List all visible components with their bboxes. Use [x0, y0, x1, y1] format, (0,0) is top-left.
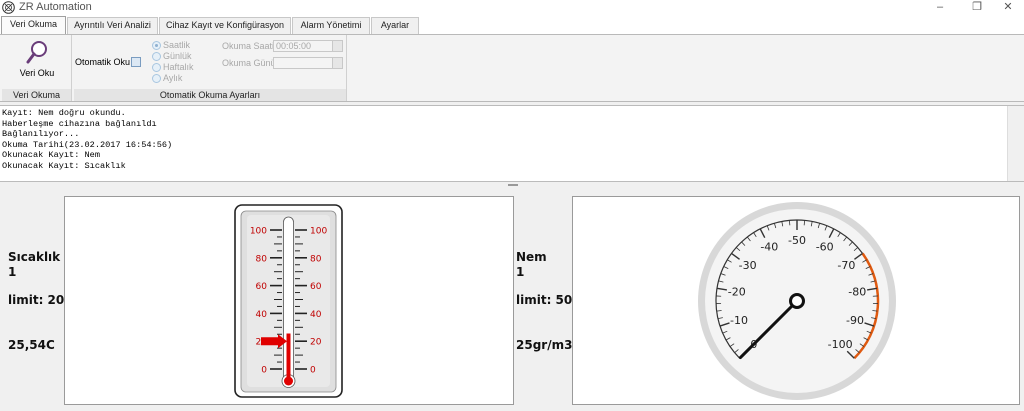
dial-label: -100 [828, 338, 853, 351]
log-line: Okuma Tarihi(23.02.2017 16:54:56) [2, 139, 173, 150]
tab-ayarlar[interactable]: Ayarlar [371, 17, 419, 34]
dial-label: -10 [730, 314, 748, 327]
temperature-id: 1 [8, 265, 17, 279]
temperature-name: Sıcaklık [8, 250, 61, 264]
thermometer-label-right: 20 [310, 338, 322, 348]
radio-aylik-label: Aylık [163, 73, 183, 83]
read-time-value: 00:05:00 [276, 41, 312, 51]
thermometer-label-left: 40 [256, 310, 268, 320]
log-line: Okunacak Kayıt: Nem [2, 150, 100, 161]
mercury-column [286, 333, 291, 381]
magnifier-icon [26, 41, 47, 64]
log-scrollbar[interactable] [1007, 106, 1024, 181]
read-day-label: Okuma Günü [222, 58, 276, 68]
splitter[interactable] [0, 182, 1024, 190]
humidity-limit: limit: 50 [516, 293, 573, 307]
humidity-dial-gauge: 0-10-20-30-40-50-60-70-80-90-100 [698, 202, 896, 400]
auto-read-group: Otomatik Oku Saatlik Günlük Haftalık Ayl… [74, 35, 347, 101]
thermometer-label-left: 100 [250, 227, 267, 237]
temperature-value: 25,54C [8, 338, 55, 352]
radio-saatlik[interactable] [152, 41, 161, 50]
restore-button[interactable]: ❐ [962, 0, 992, 15]
read-time-input[interactable]: 00:05:00 [273, 40, 343, 52]
auto-read-label: Otomatik Oku [75, 57, 131, 67]
log-line: Okunacak Kayıt: Sıcaklık [2, 160, 126, 171]
read-time-spinner[interactable] [332, 41, 342, 51]
app-logo-icon [2, 1, 15, 14]
radio-saatlik-label: Saatlik [163, 40, 191, 50]
mercury-bulb [284, 376, 293, 386]
read-time-label: Okuma Saati [222, 41, 275, 51]
radio-gunluk[interactable] [152, 52, 161, 61]
dial-hub [789, 293, 805, 309]
read-group: Veri Oku Veri Okuma [2, 35, 72, 101]
tab-cihaz-kayit[interactable]: Cihaz Kayıt ve Konfigürasyon [159, 17, 291, 34]
dial-label: -70 [837, 259, 855, 272]
thermometer-label-left: 60 [256, 282, 268, 292]
minimize-button[interactable]: – [925, 0, 955, 15]
ribbon: Veri Oku Veri Okuma Otomatik Oku Saatlik… [0, 34, 1024, 102]
read-group-label: Veri Okuma [2, 89, 71, 101]
dial-gauge-panel: 0-10-20-30-40-50-60-70-80-90-100 [572, 196, 1020, 405]
thermometer-label-right: 0 [310, 366, 316, 376]
humidity-id: 1 [516, 265, 525, 279]
thermometer-label-right: 80 [310, 254, 322, 264]
radio-haftalik[interactable] [152, 63, 161, 72]
thermometer-gauge: 100100808060604040202000 [234, 204, 343, 398]
humidity-value: 25gr/m3 [516, 338, 573, 352]
read-button[interactable]: Veri Oku [11, 38, 63, 86]
dial-label: -20 [728, 285, 746, 298]
radio-gunluk-label: Günlük [163, 51, 192, 61]
thermometer-label-right: 100 [310, 227, 327, 237]
read-button-label: Veri Oku [19, 68, 55, 78]
log-line: Kayıt: Nem doğru okundu. [2, 108, 126, 118]
log-line: Haberleşme cihazına bağlanıldı [2, 118, 157, 129]
thermometer-label-left: 0 [261, 366, 267, 376]
humidity-name: Nem [516, 250, 547, 264]
log-textbox[interactable]: Kayıt: Nem doğru okundu. Haberleşme ciha… [0, 105, 1024, 182]
radio-haftalik-label: Haftalık [163, 62, 194, 72]
dial-label: -80 [848, 285, 866, 298]
thermometer-panel: 100100808060604040202000 [64, 196, 514, 405]
chevron-down-icon[interactable] [332, 58, 342, 68]
close-button[interactable]: ✕ [993, 0, 1023, 15]
dial-label: -50 [788, 234, 806, 247]
temperature-limit: limit: 20 [8, 293, 65, 307]
log-lines: Kayıt: Nem doğru okundu. Haberleşme ciha… [2, 108, 172, 172]
tab-veri-okuma[interactable]: Veri Okuma [1, 16, 66, 35]
tab-bar: Veri Okuma Ayrıntılı Veri Analizi Cihaz … [0, 15, 1024, 35]
read-day-select[interactable] [273, 57, 343, 69]
window-title: ZR Automation [19, 1, 92, 13]
tab-alarm-yonetimi[interactable]: Alarm Yönetimi [292, 17, 370, 34]
interval-radio-group: Saatlik Günlük Haftalık Aylık [148, 38, 214, 86]
splitter-grip [508, 184, 518, 186]
title-bar: ZR Automation – ❐ ✕ [0, 0, 1024, 15]
thermometer-label-left: 80 [256, 254, 268, 264]
tab-ayrintili-veri-analizi[interactable]: Ayrıntılı Veri Analizi [67, 17, 158, 34]
dial-label: -40 [760, 241, 778, 254]
thermometer-label-right: 60 [310, 282, 322, 292]
radio-aylik[interactable] [152, 74, 161, 83]
dial-label: -60 [816, 241, 834, 254]
thermometer-label-right: 40 [310, 310, 322, 320]
log-line: Bağlanılıyor... [2, 129, 80, 140]
auto-read-checkbox[interactable] [131, 57, 141, 67]
auto-read-group-label: Otomatik Okuma Ayarları [74, 89, 346, 101]
dial-label: -30 [739, 259, 757, 272]
dial-label: -90 [846, 314, 864, 327]
